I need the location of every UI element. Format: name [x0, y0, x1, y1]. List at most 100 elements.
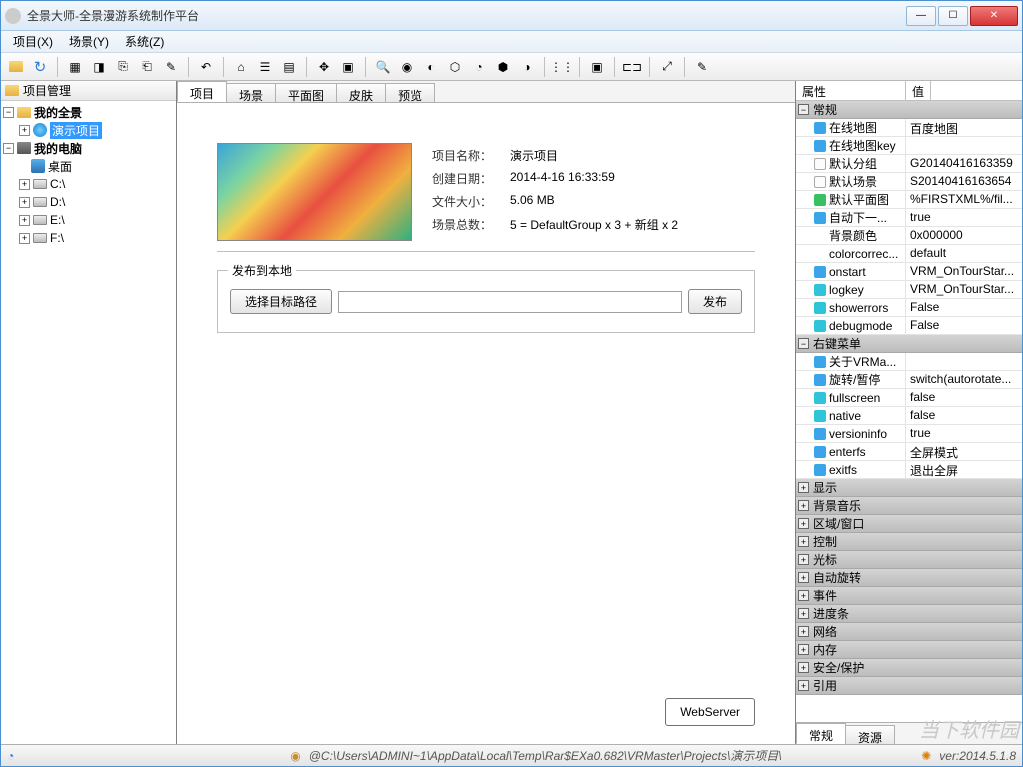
expand-icon[interactable]: + — [798, 608, 809, 619]
tb-icon[interactable]: ⋮⋮ — [551, 56, 573, 78]
tb-icon[interactable]: ⬢ — [492, 56, 514, 78]
tb-icon[interactable]: ⎗ — [136, 56, 158, 78]
menu-project[interactable]: 项目(X) — [5, 31, 61, 52]
right-tab-common[interactable]: 常规 — [796, 723, 846, 744]
prop-group[interactable]: −常规 — [796, 101, 1022, 119]
prop-row[interactable]: onstartVRM_OnTourStar... — [796, 263, 1022, 281]
expand-icon[interactable]: + — [798, 662, 809, 673]
expand-icon[interactable]: + — [798, 644, 809, 655]
expand-icon[interactable]: + — [798, 554, 809, 565]
prop-group[interactable]: +显示 — [796, 479, 1022, 497]
prop-row[interactable]: 在线地图百度地图 — [796, 119, 1022, 137]
prop-group[interactable]: +控制 — [796, 533, 1022, 551]
minimize-button[interactable]: — — [906, 6, 936, 26]
tab-floorplan[interactable]: 平面图 — [275, 83, 337, 102]
collapse-icon[interactable]: − — [798, 104, 809, 115]
prop-group[interactable]: +自动旋转 — [796, 569, 1022, 587]
tb-icon[interactable]: ▦ — [64, 56, 86, 78]
tb-undo-icon[interactable]: ↶ — [195, 56, 217, 78]
publish-button[interactable]: 发布 — [688, 289, 742, 314]
tb-list-icon[interactable]: ☰ — [254, 56, 276, 78]
tb-icon[interactable]: ⊏⊐ — [621, 56, 643, 78]
prop-row[interactable]: 关于VRMa... — [796, 353, 1022, 371]
prop-group[interactable]: +内存 — [796, 641, 1022, 659]
expand-icon[interactable]: + — [19, 179, 30, 190]
expand-icon[interactable]: + — [19, 197, 30, 208]
tb-icon[interactable]: ⤢ — [656, 56, 678, 78]
prop-group[interactable]: +进度条 — [796, 605, 1022, 623]
expand-icon[interactable]: + — [798, 572, 809, 583]
prop-row[interactable]: logkeyVRM_OnTourStar... — [796, 281, 1022, 299]
expand-icon[interactable]: + — [798, 536, 809, 547]
prop-row[interactable]: colorcorrec...default — [796, 245, 1022, 263]
collapse-icon[interactable]: − — [3, 107, 14, 118]
expand-icon[interactable]: + — [798, 680, 809, 691]
tab-scene[interactable]: 场景 — [226, 83, 276, 102]
tree-my-pc[interactable]: − 我的电脑 — [3, 139, 174, 157]
tb-icon[interactable]: ▣ — [586, 56, 608, 78]
prop-row[interactable]: versioninfotrue — [796, 425, 1022, 443]
prop-row[interactable]: nativefalse — [796, 407, 1022, 425]
tb-move-icon[interactable]: ✥ — [313, 56, 335, 78]
close-button[interactable]: ✕ — [970, 6, 1018, 26]
menu-system[interactable]: 系统(Z) — [117, 31, 172, 52]
tb-icon[interactable]: ◐ — [420, 56, 442, 78]
tree-drive-c[interactable]: + C:\ — [3, 175, 174, 193]
collapse-icon[interactable]: − — [3, 143, 14, 154]
menu-scene[interactable]: 场景(Y) — [61, 31, 117, 52]
tree-drive-d[interactable]: + D:\ — [3, 193, 174, 211]
tb-home-icon[interactable]: ⌂ — [230, 56, 252, 78]
tree-drive-f[interactable]: + F:\ — [3, 229, 174, 247]
expand-icon[interactable]: + — [19, 125, 30, 136]
prop-row[interactable]: enterfs全屏模式 — [796, 443, 1022, 461]
path-input[interactable] — [338, 291, 682, 313]
expand-icon[interactable]: + — [798, 482, 809, 493]
prop-row[interactable]: 自动下一...true — [796, 209, 1022, 227]
webserver-button[interactable]: WebServer — [665, 698, 755, 726]
prop-group[interactable]: +区域/窗口 — [796, 515, 1022, 533]
prop-row[interactable]: 旋转/暂停switch(autorotate... — [796, 371, 1022, 389]
tb-icon[interactable]: ✎ — [160, 56, 182, 78]
tb-icon[interactable]: ▤ — [278, 56, 300, 78]
prop-group[interactable]: +网络 — [796, 623, 1022, 641]
tb-icon[interactable]: ⬡ — [444, 56, 466, 78]
prop-row[interactable]: 默认平面图%FIRSTXML%/fil... — [796, 191, 1022, 209]
expand-icon[interactable]: + — [798, 590, 809, 601]
prop-group[interactable]: +光标 — [796, 551, 1022, 569]
collapse-icon[interactable]: − — [798, 338, 809, 349]
prop-row[interactable]: 默认分组G20140416163359 — [796, 155, 1022, 173]
prop-row[interactable]: exitfs退出全屏 — [796, 461, 1022, 479]
tb-folder-icon[interactable] — [5, 56, 27, 78]
tb-edit-icon[interactable]: ✎ — [691, 56, 713, 78]
tree-my-pano[interactable]: − 我的全景 — [3, 103, 174, 121]
tb-refresh-icon[interactable]: ↻ — [29, 56, 51, 78]
expand-icon[interactable]: + — [798, 518, 809, 529]
expand-icon[interactable]: + — [798, 626, 809, 637]
prop-row[interactable]: 背景颜色0x000000 — [796, 227, 1022, 245]
prop-row[interactable]: 在线地图key — [796, 137, 1022, 155]
tree-desktop[interactable]: 桌面 — [3, 157, 174, 175]
tb-icon[interactable]: ◨ — [88, 56, 110, 78]
expand-icon[interactable]: + — [19, 233, 30, 244]
tab-skin[interactable]: 皮肤 — [336, 83, 386, 102]
maximize-button[interactable]: ☐ — [938, 6, 968, 26]
choose-path-button[interactable]: 选择目标路径 — [230, 289, 332, 314]
prop-group[interactable]: +安全/保护 — [796, 659, 1022, 677]
tb-search-icon[interactable]: 🔍 — [372, 56, 394, 78]
prop-group[interactable]: −右键菜单 — [796, 335, 1022, 353]
prop-row[interactable]: debugmodeFalse — [796, 317, 1022, 335]
tab-project[interactable]: 项目 — [177, 81, 227, 102]
prop-group[interactable]: +引用 — [796, 677, 1022, 695]
tb-icon[interactable]: ▣ — [337, 56, 359, 78]
prop-group[interactable]: +事件 — [796, 587, 1022, 605]
tb-icon[interactable]: ◔ — [468, 56, 490, 78]
expand-icon[interactable]: + — [798, 500, 809, 511]
expand-icon[interactable]: + — [19, 215, 30, 226]
tree-drive-e[interactable]: + E:\ — [3, 211, 174, 229]
tb-icon[interactable]: ⎘ — [112, 56, 134, 78]
prop-row[interactable]: showerrorsFalse — [796, 299, 1022, 317]
prop-group[interactable]: +背景音乐 — [796, 497, 1022, 515]
tb-icon[interactable]: ◉ — [396, 56, 418, 78]
tb-icon[interactable]: ◑ — [516, 56, 538, 78]
tree-demo-project[interactable]: + 演示项目 — [3, 121, 174, 139]
